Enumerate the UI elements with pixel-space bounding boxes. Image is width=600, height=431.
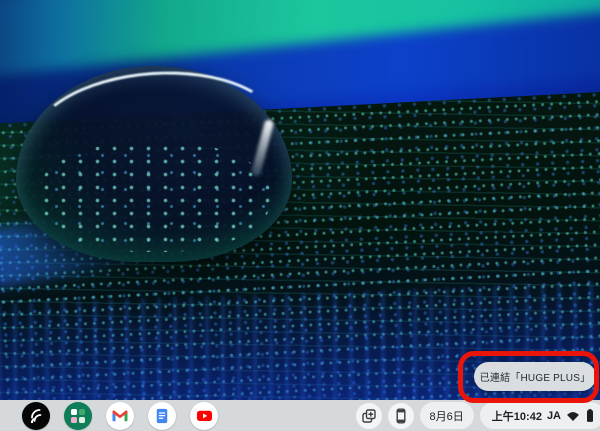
apps-grid-icon bbox=[71, 409, 85, 423]
google-docs-icon bbox=[153, 407, 171, 425]
connected-toast-label: 已連結「HUGE PLUS」 bbox=[480, 369, 591, 384]
new-desk-icon bbox=[361, 408, 377, 424]
phone-icon bbox=[393, 408, 409, 424]
ime-indicator: JA bbox=[547, 410, 561, 422]
quick-settings-tray[interactable]: 上午10:42 JA bbox=[480, 402, 600, 429]
date-label: 8月6日 bbox=[430, 408, 464, 424]
google-docs-button[interactable] bbox=[148, 402, 176, 430]
wifi-icon bbox=[566, 410, 580, 422]
spiral-launcher-icon bbox=[25, 405, 47, 427]
shelf: 8月6日 上午10:42 JA bbox=[0, 400, 600, 431]
new-desk-button[interactable] bbox=[356, 403, 382, 429]
phone-hub-button[interactable] bbox=[388, 403, 414, 429]
gmail-button[interactable] bbox=[106, 402, 134, 430]
shelf-app-list bbox=[22, 401, 218, 430]
apps-folder-button[interactable] bbox=[64, 402, 92, 430]
date-button[interactable]: 8月6日 bbox=[420, 402, 474, 429]
gmail-icon bbox=[111, 407, 129, 425]
status-area: 8月6日 上午10:42 JA bbox=[356, 402, 600, 429]
connected-toast[interactable]: 已連結「HUGE PLUS」 bbox=[474, 362, 596, 391]
chromeos-desktop: 已連結「HUGE PLUS」 bbox=[0, 0, 600, 431]
youtube-icon bbox=[195, 406, 214, 425]
youtube-button[interactable] bbox=[190, 402, 218, 430]
launcher-button[interactable] bbox=[22, 402, 50, 430]
battery-icon bbox=[585, 408, 595, 423]
clock-label: 上午10:42 bbox=[492, 408, 542, 424]
